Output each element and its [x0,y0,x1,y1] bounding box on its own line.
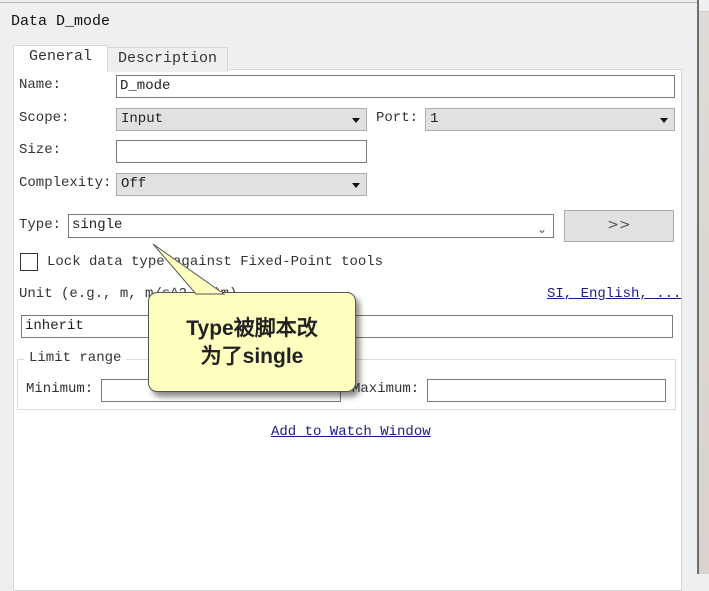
maximum-label: Maximum: [352,381,420,397]
type-combobox[interactable]: single ⌄ [68,214,554,238]
complexity-label: Complexity: [19,175,112,191]
background-behind-window [699,0,709,574]
window-right-border [697,0,699,574]
background-top-strip [699,0,709,12]
name-input[interactable]: D_mode [116,75,675,98]
minimum-label: Minimum: [26,381,94,397]
data-type-assistant-button[interactable]: >> [564,210,674,242]
scope-value: Input [121,111,164,127]
dialog-title: Data D_mode [11,13,111,30]
dropdown-arrow-icon [660,118,668,123]
port-value: 1 [430,111,439,127]
dropdown-arrow-icon [352,183,360,188]
scope-dropdown[interactable]: Input [116,108,367,131]
limit-range-legend: Limit range [24,350,127,366]
window-top-border [0,2,698,3]
port-dropdown[interactable]: 1 [425,108,675,131]
size-input[interactable] [116,140,367,163]
callout-line-2: 为了single [200,345,304,368]
lock-data-type-label: Lock data type against Fixed-Point tools [47,254,384,270]
tab-general[interactable]: General [13,45,108,72]
scope-label: Scope: [19,110,70,126]
lock-data-type-checkbox[interactable] [20,253,38,271]
callout-text: Type被脚本改 为了single [149,315,355,371]
tab-description[interactable]: Description [107,47,228,72]
complexity-value: Off [121,176,147,192]
name-label: Name: [19,77,62,93]
unit-systems-link[interactable]: SI, English, ... [547,286,681,302]
type-label: Type: [19,217,62,233]
type-value: single [72,217,123,233]
size-label: Size: [19,142,62,158]
chevron-down-icon: ⌄ [536,222,547,236]
annotation-callout: Type被脚本改 为了single [148,292,356,392]
callout-line-1: Type被脚本改 [186,317,318,340]
complexity-dropdown[interactable]: Off [116,173,367,196]
add-to-watch-window-link[interactable]: Add to Watch Window [271,424,431,440]
maximum-input[interactable] [427,379,666,402]
port-label: Port: [376,110,419,126]
dropdown-arrow-icon [352,118,360,123]
